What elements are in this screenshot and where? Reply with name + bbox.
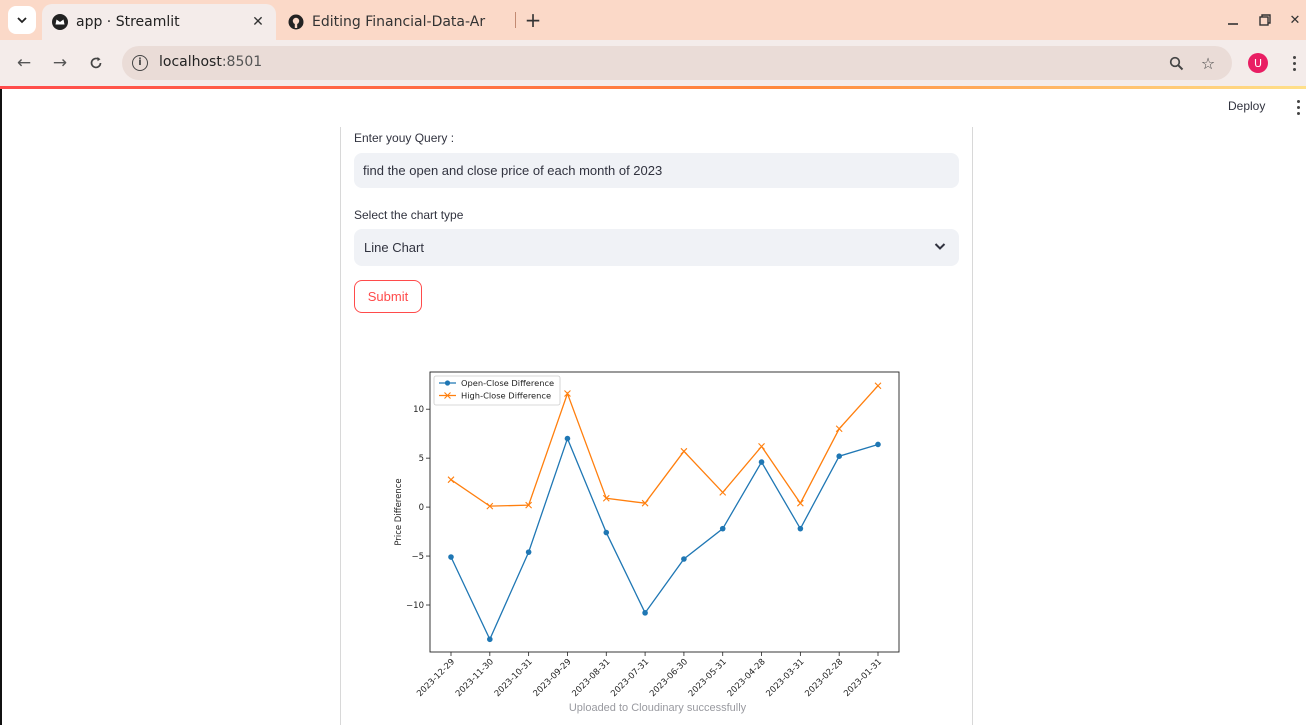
x-tick-label: 2023-02-28	[803, 657, 845, 697]
new-tab-button[interactable]: +	[521, 8, 545, 32]
close-tab-icon[interactable]: ✕	[248, 12, 268, 32]
address-bar[interactable]: i localhost:8501 ☆	[122, 46, 1232, 80]
data-point	[564, 435, 571, 442]
data-point	[758, 459, 765, 465]
tab-streamlit-app[interactable]: app · Streamlit ✕	[42, 4, 276, 40]
streamlit-crown-icon	[52, 14, 68, 30]
browser-menu-icon[interactable]	[1284, 52, 1304, 74]
chart-type-value: Line Chart	[364, 240, 424, 255]
x-tick-label: 2023-09-29	[532, 657, 574, 697]
x-tick-label: 2023-03-31	[764, 657, 806, 697]
x-tick-label: 2023-06-30	[648, 657, 690, 697]
reload-icon[interactable]	[84, 51, 108, 75]
y-tick-label: 5	[419, 454, 424, 464]
x-tick-label: 2023-07-31	[609, 657, 651, 697]
legend-label: Open-Close Difference	[461, 378, 554, 388]
upload-status-caption: Uploaded to Cloudinary successfully	[568, 702, 747, 714]
zoom-icon[interactable]	[1167, 54, 1185, 72]
query-input[interactable]: find the open and close price of each mo…	[354, 153, 959, 188]
x-tick-label: 2023-08-31	[570, 657, 612, 697]
data-point	[642, 610, 648, 616]
x-tick-label: 2023-05-31	[687, 657, 729, 697]
github-icon	[288, 14, 304, 30]
tab-separator	[515, 12, 516, 28]
url-text: localhost:8501	[159, 54, 263, 70]
data-point	[603, 529, 610, 536]
chart-type-label: Select the chart type	[354, 208, 464, 222]
query-label: Enter youy Query :	[354, 131, 455, 145]
minimize-icon[interactable]	[1223, 10, 1243, 30]
forward-icon[interactable]: →	[48, 51, 72, 75]
streamlit-menu-icon[interactable]	[1288, 96, 1306, 118]
tab-github-editing[interactable]: Editing Financial-Data-Ar	[280, 4, 516, 40]
streamlit-header: Deploy	[2, 89, 1306, 127]
browser-toolbar: ← → i localhost:8501 ☆ U	[0, 40, 1306, 86]
deploy-button[interactable]: Deploy	[1228, 99, 1265, 113]
y-axis-label: Price Difference	[394, 478, 404, 545]
data-point	[836, 453, 842, 459]
legend-label: High-Close Difference	[461, 391, 551, 401]
data-point	[487, 636, 493, 643]
y-tick-label: −5	[411, 552, 424, 562]
y-tick-label: −10	[406, 601, 424, 611]
y-tick-label: 10	[413, 405, 424, 415]
bookmark-star-icon[interactable]: ☆	[1199, 54, 1217, 73]
submit-button[interactable]: Submit	[354, 280, 422, 313]
y-tick-label: 0	[419, 503, 424, 513]
data-point	[448, 554, 454, 560]
line-chart-image: −10 −5 0 5 10 2023-12-29 2023-11-30 2023-10-31 2…	[384, 357, 914, 699]
data-point	[525, 549, 532, 555]
back-icon[interactable]: ←	[12, 51, 36, 75]
restore-icon[interactable]	[1255, 10, 1275, 30]
data-point	[681, 556, 687, 562]
tab-title: app · Streamlit	[76, 14, 180, 30]
data-point	[719, 525, 726, 532]
browser-tab-strip: app · Streamlit ✕ Editing Financial-Data…	[0, 0, 1306, 40]
x-tick-label: 2023-11-30	[454, 657, 496, 697]
data-point	[797, 525, 804, 532]
close-window-icon[interactable]: ✕	[1285, 10, 1305, 30]
chevron-down-icon	[934, 243, 946, 250]
x-tick-label: 2023-12-29	[415, 657, 457, 697]
x-tick-label: 2023-10-31	[493, 657, 535, 697]
profile-avatar[interactable]: U	[1248, 53, 1268, 73]
x-tick-label: 2023-04-28	[726, 657, 768, 697]
plot-area	[429, 371, 900, 653]
tab-title: Editing Financial-Data-Ar	[312, 14, 486, 30]
site-info-icon[interactable]: i	[132, 55, 148, 71]
chevron-down-icon	[17, 17, 27, 24]
main-content: Enter youy Query : find the open and clo…	[340, 127, 973, 725]
chart-type-select[interactable]: Line Chart	[354, 229, 959, 266]
data-point	[875, 441, 881, 448]
tab-search-button[interactable]	[8, 6, 36, 34]
legend-marker	[444, 380, 451, 386]
x-tick-label: 2023-01-31	[842, 657, 884, 697]
chart-svg: −10−505102023-12-292023-11-302023-10-312…	[394, 371, 900, 699]
window-edge	[0, 89, 2, 725]
